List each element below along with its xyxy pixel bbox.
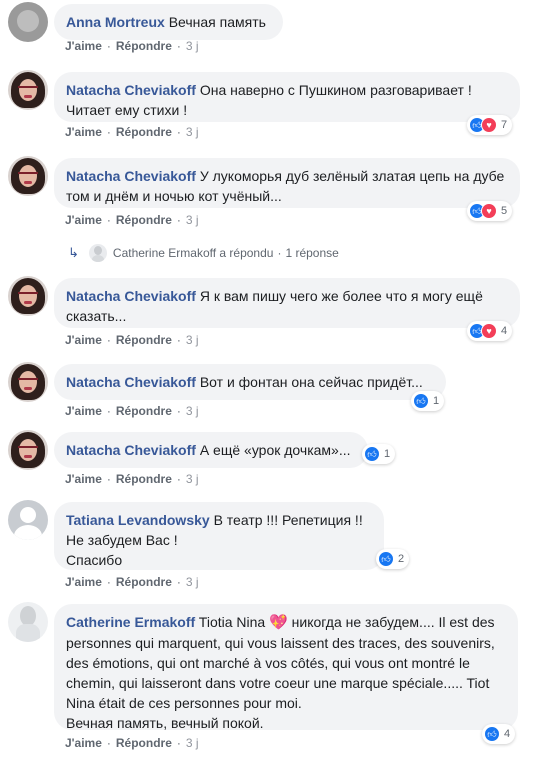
comment-text: Tiotia Nina: [198, 614, 266, 630]
reactions-badge[interactable]: 👍︎ ♥ 5: [467, 201, 513, 221]
reply-link[interactable]: Répondre: [116, 404, 172, 418]
timestamp[interactable]: 3 j: [186, 125, 199, 139]
comment-author[interactable]: Natacha Cheviakoff: [66, 442, 196, 458]
reply-count[interactable]: 1 réponse: [285, 246, 338, 260]
reply-link[interactable]: Répondre: [116, 575, 172, 589]
comment-author[interactable]: Catherine Ermakoff: [66, 614, 195, 630]
comment-text-line: Спасибо: [66, 552, 123, 568]
reply-link[interactable]: Répondre: [116, 125, 172, 139]
reaction-count: 4: [504, 728, 511, 740]
reactions-badge[interactable]: 👍︎ 1: [362, 444, 396, 464]
timestamp[interactable]: 3 j: [186, 213, 199, 227]
heart-icon: ♥: [481, 203, 497, 219]
comment-author[interactable]: Natacha Cheviakoff: [66, 374, 196, 390]
reactions-badge[interactable]: 👍︎ 2: [376, 549, 410, 569]
avatar[interactable]: [8, 500, 48, 540]
reaction-count: 2: [398, 553, 405, 565]
reaction-count: 1: [433, 395, 440, 407]
comment-text: А ещё «урок дочкам»...: [199, 442, 351, 458]
timestamp[interactable]: 3 j: [186, 404, 199, 418]
like-link[interactable]: J'aime: [65, 472, 102, 486]
comment-bubble: Natacha Cheviakoff Я к вам пишу чего же …: [54, 278, 520, 328]
comment-actions: J'aime · Répondre · 3 j: [65, 472, 199, 486]
timestamp[interactable]: 3 j: [186, 575, 199, 589]
reactions-badge[interactable]: 👍︎ 4: [482, 724, 516, 744]
reaction-count: 4: [501, 325, 508, 337]
comment-actions: J'aime · Répondre · 3 j: [65, 213, 199, 227]
avatar[interactable]: [8, 70, 48, 110]
heart-icon: ♥: [481, 117, 497, 133]
reactions-badge[interactable]: 👍︎ ♥ 4: [467, 321, 513, 341]
reactions-badge[interactable]: 👍︎ 1: [411, 391, 445, 411]
reply-link[interactable]: Répondre: [116, 333, 172, 347]
like-link[interactable]: J'aime: [65, 125, 102, 139]
reply-link[interactable]: Répondre: [116, 213, 172, 227]
like-link[interactable]: J'aime: [65, 575, 102, 589]
comment-author[interactable]: Natacha Cheviakoff: [66, 82, 196, 98]
reactions-badge[interactable]: 👍︎ ♥ 7: [467, 115, 513, 135]
avatar[interactable]: [8, 362, 48, 402]
comment-actions: J'aime · Répondre · 3 j: [65, 39, 199, 53]
heart-icon: ♥: [481, 323, 497, 339]
comment-actions: J'aime · Répondre · 3 j: [65, 575, 199, 589]
reply-arrow-icon: ↳: [68, 245, 79, 260]
comment-bubble: Natacha Cheviakoff Она наверно с Пушкино…: [54, 72, 520, 122]
comment-actions: J'aime · Répondre · 3 j: [65, 404, 199, 418]
like-link[interactable]: J'aime: [65, 333, 102, 347]
like-link[interactable]: J'aime: [65, 736, 102, 750]
reply-link[interactable]: Répondre: [116, 39, 172, 53]
avatar[interactable]: [8, 2, 48, 42]
comment-bubble: Tatiana Levandowsky В театр !!! Репетици…: [54, 502, 384, 570]
comment-author[interactable]: Natacha Cheviakoff: [66, 168, 196, 184]
comment-bubble: Anna Mortreux Вечная память: [54, 4, 283, 40]
like-link[interactable]: J'aime: [65, 213, 102, 227]
comment-actions: J'aime · Répondre · 3 j: [65, 736, 199, 750]
avatar[interactable]: [8, 430, 48, 470]
comment-text-line: В театр !!! Репетиция !!: [213, 512, 363, 528]
comment-actions: J'aime · Répondre · 3 j: [65, 333, 199, 347]
reaction-count: 7: [501, 119, 508, 131]
comment-bubble: Natacha Cheviakoff Вот и фонтан она сейч…: [54, 364, 446, 400]
comment-bubble: Catherine Ermakoff Tiotia Nina 💖 никогда…: [54, 604, 518, 731]
timestamp[interactable]: 3 j: [186, 39, 199, 53]
comment-bubble: Natacha Cheviakoff У лукоморья дуб зелён…: [54, 158, 520, 208]
reply-link[interactable]: Répondre: [116, 736, 172, 750]
reply-author-text[interactable]: Catherine Ermakoff a répondu: [113, 246, 274, 260]
like-link[interactable]: J'aime: [65, 404, 102, 418]
thumbs-up-icon: 👍︎: [484, 726, 500, 742]
timestamp[interactable]: 3 j: [186, 472, 199, 486]
reaction-count: 1: [384, 448, 391, 460]
avatar[interactable]: [8, 276, 48, 316]
comment-text-line: Не забудем Вас !: [66, 532, 178, 548]
thumbs-up-icon: 👍︎: [364, 446, 380, 462]
thumbs-up-icon: 👍︎: [378, 551, 394, 567]
comment-text: Вечная память: [168, 14, 266, 30]
avatar[interactable]: [8, 156, 48, 196]
avatar[interactable]: [8, 602, 48, 642]
comment-text: Вот и фонтан она сейчас придёт...: [199, 374, 423, 390]
timestamp[interactable]: 3 j: [186, 333, 199, 347]
comment-bubble: Natacha Cheviakoff А ещё «урок дочкам»..…: [54, 432, 368, 468]
comment-actions: J'aime · Répondre · 3 j: [65, 125, 199, 139]
reply-link[interactable]: Répondre: [116, 472, 172, 486]
thumbs-up-icon: 👍︎: [413, 393, 429, 409]
comment-author[interactable]: Anna Mortreux: [66, 14, 165, 30]
reply-thread-link[interactable]: ↳ Catherine Ermakoff a répondu · 1 répon…: [68, 244, 339, 262]
comment-author[interactable]: Tatiana Levandowsky: [66, 512, 210, 528]
timestamp[interactable]: 3 j: [186, 736, 199, 750]
reaction-count: 5: [501, 205, 508, 217]
comment-text-line: Вечная память, вечный покой.: [66, 715, 264, 731]
like-link[interactable]: J'aime: [65, 39, 102, 53]
comment-author[interactable]: Natacha Cheviakoff: [66, 288, 196, 304]
sparkling-heart-icon: 💖: [269, 614, 288, 631]
avatar: [88, 244, 107, 262]
